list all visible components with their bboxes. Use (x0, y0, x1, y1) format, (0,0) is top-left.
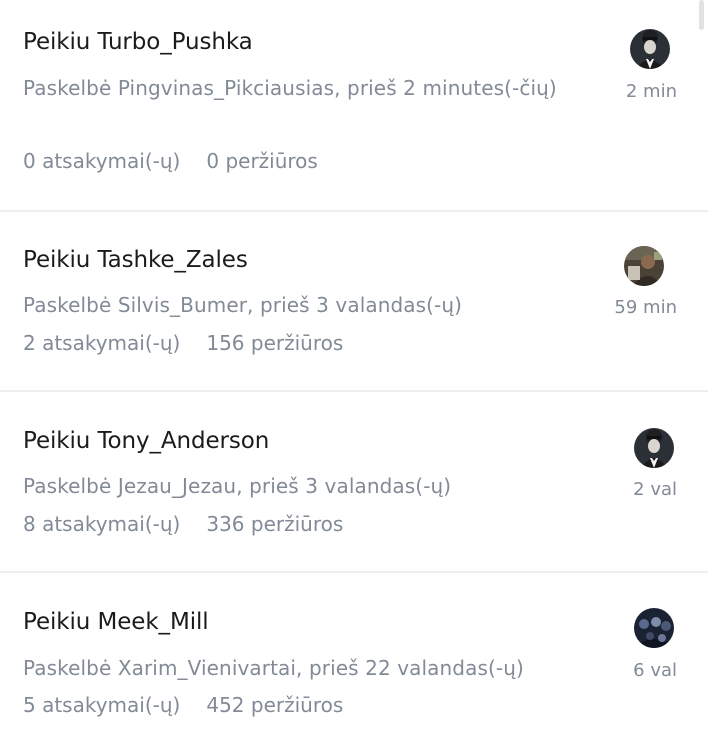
reply-count: 2 atsakymai(-ų) (23, 331, 181, 355)
avatar-group-photo-icon[interactable] (634, 608, 674, 648)
thread-item[interactable]: Peikiu Tony_Anderson Paskelbė Jezau_Jeza… (0, 392, 708, 571)
avatar-photo-icon[interactable] (624, 246, 664, 286)
thread-title[interactable]: Peikiu Turbo_Pushka (23, 29, 253, 55)
thread-meta: Paskelbė Silvis_Bumer, prieš 3 valandas(… (23, 293, 463, 317)
reply-count: 0 atsakymai(-ų) (23, 149, 181, 173)
thread-item[interactable]: Peikiu Tashke_Zales Paskelbė Silvis_Bume… (0, 212, 708, 390)
thread-time: 2 min (625, 81, 677, 102)
thread-meta: Paskelbė Pingvinas_Pikciausias, prieš 2 … (23, 76, 557, 100)
thread-title[interactable]: Peikiu Tashke_Zales (23, 247, 248, 273)
thread-time: 59 min (614, 297, 677, 318)
view-count: 452 peržiūros (206, 693, 344, 717)
thread-title[interactable]: Peikiu Tony_Anderson (23, 428, 269, 454)
avatar-penguin-suit-icon[interactable] (634, 428, 674, 468)
view-count: 336 peržiūros (206, 512, 344, 536)
thread-list: Peikiu Turbo_Pushka Paskelbė Pingvinas_P… (0, 0, 708, 750)
view-count: 0 peržiūros (206, 149, 318, 173)
thread-stats: 8 atsakymai(-ų) 336 peržiūros (23, 512, 343, 536)
thread-item[interactable]: Peikiu Meek_Mill Paskelbė Xarim_Vienivar… (0, 573, 708, 750)
thread-meta: Paskelbė Jezau_Jezau, prieš 3 valandas(-… (23, 474, 452, 498)
thread-time: 2 val (633, 479, 677, 500)
view-count: 156 peržiūros (206, 331, 344, 355)
thread-title[interactable]: Peikiu Meek_Mill (23, 609, 209, 635)
thread-stats: 0 atsakymai(-ų) 0 peržiūros (23, 149, 318, 173)
thread-meta: Paskelbė Xarim_Vienivartai, prieš 22 val… (23, 656, 524, 680)
reply-count: 5 atsakymai(-ų) (23, 693, 181, 717)
avatar-penguin-suit-icon[interactable] (630, 29, 670, 69)
thread-stats: 5 atsakymai(-ų) 452 peržiūros (23, 693, 343, 717)
thread-time: 6 val (633, 660, 677, 681)
thread-item[interactable]: Peikiu Turbo_Pushka Paskelbė Pingvinas_P… (0, 0, 708, 210)
thread-stats: 2 atsakymai(-ų) 156 peržiūros (23, 331, 343, 355)
reply-count: 8 atsakymai(-ų) (23, 512, 181, 536)
